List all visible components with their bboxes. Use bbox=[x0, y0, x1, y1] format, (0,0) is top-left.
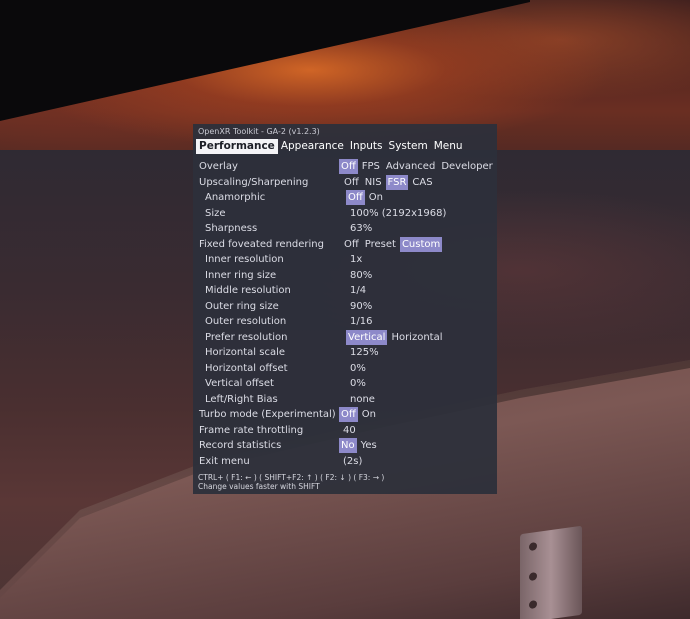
prefer-resolution-option-vertical[interactable]: Vertical bbox=[346, 330, 388, 345]
tab-appearance[interactable]: Appearance bbox=[278, 139, 347, 154]
prefer-resolution-label: Prefer resolution bbox=[205, 332, 288, 343]
upscaling-option-off[interactable]: Off bbox=[342, 175, 361, 190]
tab-inputs[interactable]: Inputs bbox=[347, 139, 386, 154]
ffr-label: Fixed foveated rendering bbox=[199, 239, 324, 250]
turbo-mode-option-on[interactable]: On bbox=[360, 407, 378, 422]
horizontal-scale-label: Horizontal scale bbox=[205, 347, 286, 358]
record-statistics-option-no[interactable]: No bbox=[339, 438, 357, 453]
inner-resolution-value[interactable]: 1x bbox=[350, 252, 362, 267]
shortcut-hint: CTRL+ ( F1: ← ) ( SHIFT+F2: ↑ ) ( F2: ↓ … bbox=[198, 473, 385, 482]
upscaling-option-nis[interactable]: NIS bbox=[363, 175, 384, 190]
record-statistics-option-yes[interactable]: Yes bbox=[359, 438, 379, 453]
turbo-mode-option-off[interactable]: Off bbox=[339, 407, 358, 422]
horizontal-scale-value[interactable]: 125% bbox=[350, 345, 379, 360]
outer-ring-size-value[interactable]: 90% bbox=[350, 299, 372, 314]
upscaling-option-fsr[interactable]: FSR bbox=[385, 175, 409, 190]
tab-menu[interactable]: Menu bbox=[431, 139, 466, 154]
exit-menu-label[interactable]: Exit menu bbox=[199, 454, 250, 469]
overlay-option-advanced[interactable]: Advanced bbox=[384, 159, 437, 174]
lr-bias-label: Left/Right Bias bbox=[205, 394, 278, 405]
outer-ring-size-label: Outer ring size bbox=[205, 301, 279, 312]
upscaling-options[interactable]: Off NIS FSR CAS bbox=[342, 175, 437, 190]
outer-resolution-label: Outer resolution bbox=[205, 316, 287, 327]
turbo-mode-options[interactable]: Off On bbox=[339, 407, 380, 422]
frame-rate-throttling-label: Frame rate throttling bbox=[199, 425, 304, 436]
upscaling-label: Upscaling/Sharpening bbox=[199, 177, 309, 188]
openxr-toolkit-menu: OpenXR Toolkit - GA-2 (v1.2.3) Performan… bbox=[193, 124, 497, 494]
anamorphic-option-off[interactable]: Off bbox=[346, 190, 365, 205]
record-statistics-options[interactable]: No Yes bbox=[339, 438, 381, 453]
sharpness-value[interactable]: 63% bbox=[350, 221, 372, 236]
upscaling-option-cas[interactable]: CAS bbox=[410, 175, 434, 190]
record-statistics-label: Record statistics bbox=[199, 440, 282, 451]
overlay-option-developer[interactable]: Developer bbox=[439, 159, 494, 174]
inner-resolution-label: Inner resolution bbox=[205, 254, 284, 265]
vertical-offset-value[interactable]: 0% bbox=[350, 376, 366, 391]
size-value[interactable]: 100% (2192x1968) bbox=[350, 206, 446, 221]
turbo-mode-label: Turbo mode (Experimental) bbox=[199, 409, 336, 420]
size-label: Size bbox=[205, 208, 226, 219]
overlay-option-fps[interactable]: FPS bbox=[360, 159, 382, 174]
overlay-option-off[interactable]: Off bbox=[339, 159, 358, 174]
exit-menu-value: (2s) bbox=[343, 456, 363, 467]
horizontal-offset-value[interactable]: 0% bbox=[350, 361, 366, 376]
prefer-resolution-options[interactable]: Vertical Horizontal bbox=[346, 330, 447, 345]
inner-ring-size-value[interactable]: 80% bbox=[350, 268, 372, 283]
middle-resolution-label: Middle resolution bbox=[205, 285, 291, 296]
ffr-option-custom[interactable]: Custom bbox=[399, 237, 443, 252]
tab-performance[interactable]: Performance bbox=[196, 139, 278, 154]
frame-rate-throttling-value[interactable]: 40 bbox=[343, 423, 356, 438]
vertical-offset-label: Vertical offset bbox=[205, 378, 274, 389]
ffr-option-preset[interactable]: Preset bbox=[363, 237, 398, 252]
lr-bias-value[interactable]: none bbox=[350, 392, 375, 407]
horizontal-offset-label: Horizontal offset bbox=[205, 363, 288, 374]
overlay-label: Overlay bbox=[199, 161, 238, 172]
tab-bar: Performance Appearance Inputs System Men… bbox=[196, 139, 466, 154]
anamorphic-options[interactable]: Off On bbox=[346, 190, 387, 205]
shift-hint: Change values faster with SHIFT bbox=[198, 482, 320, 491]
tab-system[interactable]: System bbox=[386, 139, 431, 154]
menu-title: OpenXR Toolkit - GA-2 (v1.2.3) bbox=[198, 127, 320, 136]
ffr-options[interactable]: Off Preset Custom bbox=[342, 237, 444, 252]
ffr-option-off[interactable]: Off bbox=[342, 237, 361, 252]
inner-ring-size-label: Inner ring size bbox=[205, 270, 277, 281]
wing-bracket bbox=[520, 525, 582, 619]
prefer-resolution-option-horizontal[interactable]: Horizontal bbox=[389, 330, 444, 345]
anamorphic-option-on[interactable]: On bbox=[367, 190, 385, 205]
middle-resolution-value[interactable]: 1/4 bbox=[350, 283, 366, 298]
overlay-options[interactable]: Off FPS Advanced Developer bbox=[339, 159, 497, 174]
outer-resolution-value[interactable]: 1/16 bbox=[350, 314, 372, 329]
anamorphic-label: Anamorphic bbox=[205, 192, 266, 203]
sharpness-label: Sharpness bbox=[205, 223, 258, 234]
